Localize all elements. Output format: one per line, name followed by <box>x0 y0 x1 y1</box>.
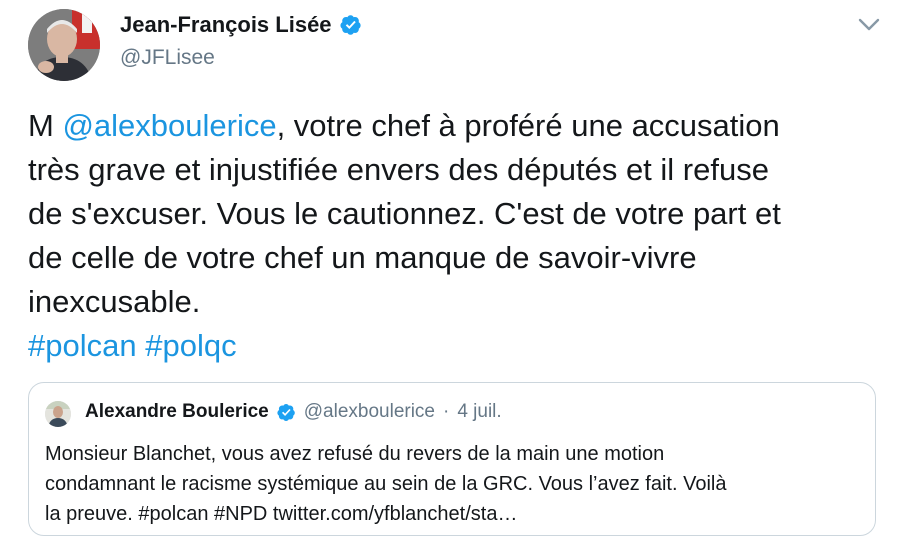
quoted-tweet-line: condamnant le racisme systémique au sein… <box>45 473 727 495</box>
quoted-tweet-header: Alexandre Boulerice @alexboulerice · 4 j… <box>85 401 502 423</box>
quoted-tweet-card[interactable]: Alexandre Boulerice @alexboulerice · 4 j… <box>28 382 876 536</box>
quoted-author-handle: @alexboulerice <box>303 401 435 422</box>
tweet-line: très grave et injustifiée envers des dép… <box>28 152 769 187</box>
verified-badge-icon <box>340 14 362 36</box>
quoted-tweet-text: Monsieur Blanchet, vous avez refusé du r… <box>45 439 865 529</box>
quoted-tweet-line: Monsieur Blanchet, vous avez refusé du r… <box>45 443 665 465</box>
author-name-row: Jean-François Lisée <box>120 12 362 38</box>
quoted-tweet-line: la preuve. #polcan #NPD twitter.com/yfbl… <box>45 503 518 525</box>
author-photo <box>28 9 100 81</box>
meta-separator: · <box>443 401 450 422</box>
hashtags-line: #polcan #polqc <box>28 324 888 368</box>
quoted-tweet-date: 4 juil. <box>457 401 502 422</box>
tweet-line: de s'excuser. Vous le cautionnez. C'est … <box>28 196 781 231</box>
quoted-author-name: Alexandre Boulerice <box>85 401 269 422</box>
mention-link[interactable]: @alexboulerice <box>62 108 276 143</box>
hashtag-link[interactable]: #polqc <box>145 328 236 363</box>
chevron-down-icon[interactable] <box>858 18 880 32</box>
tweet-line: de celle de votre chef un manque de savo… <box>28 240 697 275</box>
quoted-author-avatar <box>45 401 71 427</box>
hashtag-link[interactable]: #polcan <box>28 328 137 363</box>
tweet-line: M @alexboulerice, votre chef à proféré u… <box>28 104 888 148</box>
tweet-text-fragment: , votre chef à proféré une accusation <box>276 108 780 143</box>
verified-badge-icon <box>277 403 296 422</box>
author-avatar[interactable] <box>28 9 100 81</box>
author-handle[interactable]: @JFLisee <box>120 46 215 70</box>
tweet-text: M @alexboulerice, votre chef à proféré u… <box>28 104 888 368</box>
tweet-text-fragment: M <box>28 108 63 143</box>
tweet-line: inexcusable. <box>28 284 201 319</box>
author-name[interactable]: Jean-François Lisée <box>120 12 332 38</box>
